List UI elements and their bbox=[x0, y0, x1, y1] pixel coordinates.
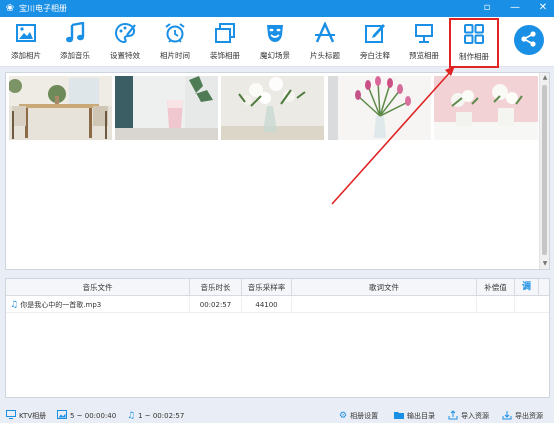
ktv-monitor-icon bbox=[6, 410, 16, 421]
music-table: 音乐文件 音乐时长 音乐采样率 歌词文件 补偿值 调 ♫ 你是我心中的一首歌.m… bbox=[5, 278, 550, 398]
music-offset-cell[interactable] bbox=[477, 297, 515, 313]
ktv-album-button[interactable]: KTV相册 bbox=[6, 410, 46, 421]
share-icon bbox=[520, 30, 538, 50]
add-photo-icon bbox=[14, 21, 38, 45]
magic-scene-button[interactable]: 魔幻场景 bbox=[251, 21, 299, 65]
col-adjust[interactable]: 调 bbox=[515, 279, 539, 296]
set-effects-button[interactable]: 设置特效 bbox=[101, 21, 149, 65]
album-settings-label: 相册设置 bbox=[350, 411, 379, 420]
col-music-file[interactable]: 音乐文件 bbox=[6, 279, 190, 296]
photo-list-panel[interactable]: ▲ ▼ bbox=[5, 72, 550, 270]
restore-button[interactable]: ▫ bbox=[480, 1, 494, 15]
title-a-icon bbox=[313, 21, 337, 45]
photo-count-text: 5 ~ 00:00:40 bbox=[70, 411, 117, 420]
status-bar: KTV相册 5 ~ 00:00:40 ♫ 1 ~ 00:02:57 ⚙ 相册设置… bbox=[0, 407, 554, 423]
music-count-text: 1 ~ 00:02:57 bbox=[138, 411, 185, 420]
share-button[interactable] bbox=[514, 25, 544, 55]
narration-label: 旁白注释 bbox=[360, 51, 390, 60]
import-icon bbox=[448, 409, 458, 422]
photo-white-roses[interactable] bbox=[221, 76, 324, 140]
music-sample-rate-cell: 44100 bbox=[242, 297, 292, 313]
preview-album-button[interactable]: 预览相册 bbox=[400, 21, 448, 65]
export-resource-label: 导出资源 bbox=[515, 411, 543, 420]
add-music-button[interactable]: 添加音乐 bbox=[51, 21, 99, 65]
minimize-button[interactable]: — bbox=[508, 1, 522, 15]
photo-scrollbar[interactable]: ▲ ▼ bbox=[539, 73, 549, 269]
export-resource-button[interactable]: 导出资源 bbox=[502, 410, 543, 421]
edit-pen-icon bbox=[363, 21, 387, 45]
add-photo-button[interactable]: 添加相片 bbox=[2, 21, 50, 65]
music-note-icon bbox=[63, 21, 87, 45]
title-bar: ❀ 宝川电子相册 ▫ — ✕ bbox=[0, 0, 554, 17]
photo-pink-glass[interactable] bbox=[115, 76, 218, 140]
music-count-info: ♫ 1 ~ 00:02:57 bbox=[127, 410, 184, 421]
make-album-button[interactable]: 制作相册 bbox=[449, 18, 499, 68]
music-file-cell: ♫ 你是我心中的一首歌.mp3 bbox=[6, 297, 190, 313]
set-effects-label: 设置特效 bbox=[110, 51, 140, 60]
col-sample-rate[interactable]: 音乐采样率 bbox=[242, 279, 292, 296]
photo-count-info: 5 ~ 00:00:40 bbox=[57, 410, 116, 421]
col-lyrics-file[interactable]: 歌词文件 bbox=[292, 279, 477, 296]
add-music-label: 添加音乐 bbox=[60, 51, 90, 60]
folder-icon bbox=[394, 411, 404, 421]
music-note-icon: ♫ bbox=[10, 300, 19, 310]
intro-title-button[interactable]: 片头标题 bbox=[301, 21, 349, 65]
theater-mask-icon bbox=[263, 21, 287, 45]
music-duration-cell: 00:02:57 bbox=[190, 297, 242, 313]
decorate-album-label: 装饰相册 bbox=[210, 51, 240, 60]
col-offset[interactable]: 补偿值 bbox=[477, 279, 515, 296]
gear-icon: ⚙ bbox=[339, 410, 348, 421]
photo-table-chairs[interactable] bbox=[9, 76, 112, 140]
output-dir-label: 输出目录 bbox=[407, 411, 435, 420]
photo-pink-tulips[interactable] bbox=[328, 76, 431, 140]
music-file-name: 你是我心中的一首歌.mp3 bbox=[20, 301, 102, 309]
preview-album-label: 预览相册 bbox=[409, 51, 439, 60]
photo-time-button[interactable]: 相片时间 bbox=[151, 21, 199, 65]
intro-title-label: 片头标题 bbox=[310, 51, 340, 60]
music-table-header: 音乐文件 音乐时长 音乐采样率 歌词文件 补偿值 调 bbox=[6, 279, 549, 296]
output-dir-button[interactable]: 输出目录 bbox=[394, 410, 435, 421]
table-row[interactable]: ♫ 你是我心中的一首歌.mp3 00:02:57 44100 bbox=[6, 297, 549, 313]
alarm-clock-icon bbox=[163, 21, 187, 45]
palette-icon bbox=[113, 21, 137, 45]
narration-button[interactable]: 旁白注释 bbox=[351, 21, 399, 65]
photo-count-icon bbox=[57, 410, 67, 421]
decorate-frame-icon bbox=[213, 21, 237, 45]
scroll-up-arrow-icon[interactable]: ▲ bbox=[540, 73, 550, 83]
ktv-album-label: KTV相册 bbox=[19, 411, 47, 420]
col-duration[interactable]: 音乐时长 bbox=[190, 279, 242, 296]
app-logo-icon: ❀ bbox=[5, 3, 15, 14]
music-count-icon: ♫ bbox=[127, 410, 136, 421]
window-title: 宝川电子相册 bbox=[19, 4, 67, 13]
export-icon bbox=[502, 410, 512, 422]
monitor-icon bbox=[412, 21, 436, 45]
import-resource-label: 导入资源 bbox=[461, 411, 489, 420]
make-album-label: 制作相册 bbox=[459, 52, 489, 61]
main-toolbar: 添加相片 添加音乐 设置特效 相片时间 装饰相册 魔幻场景 片头标题 旁白注释 … bbox=[0, 17, 554, 68]
photo-pink-flowers-pot[interactable] bbox=[434, 76, 538, 140]
decorate-album-button[interactable]: 装饰相册 bbox=[201, 21, 249, 65]
grid-squares-icon bbox=[462, 22, 486, 46]
close-button[interactable]: ✕ bbox=[536, 1, 550, 15]
scroll-thumb[interactable] bbox=[542, 85, 547, 255]
photo-time-label: 相片时间 bbox=[160, 51, 190, 60]
music-lyrics-cell[interactable] bbox=[292, 297, 477, 313]
scroll-down-arrow-icon[interactable]: ▼ bbox=[540, 259, 550, 269]
magic-scene-label: 魔幻场景 bbox=[260, 51, 290, 60]
import-resource-button[interactable]: 导入资源 bbox=[448, 409, 489, 422]
add-photo-label: 添加相片 bbox=[11, 51, 41, 60]
album-settings-button[interactable]: ⚙ 相册设置 bbox=[339, 410, 378, 421]
